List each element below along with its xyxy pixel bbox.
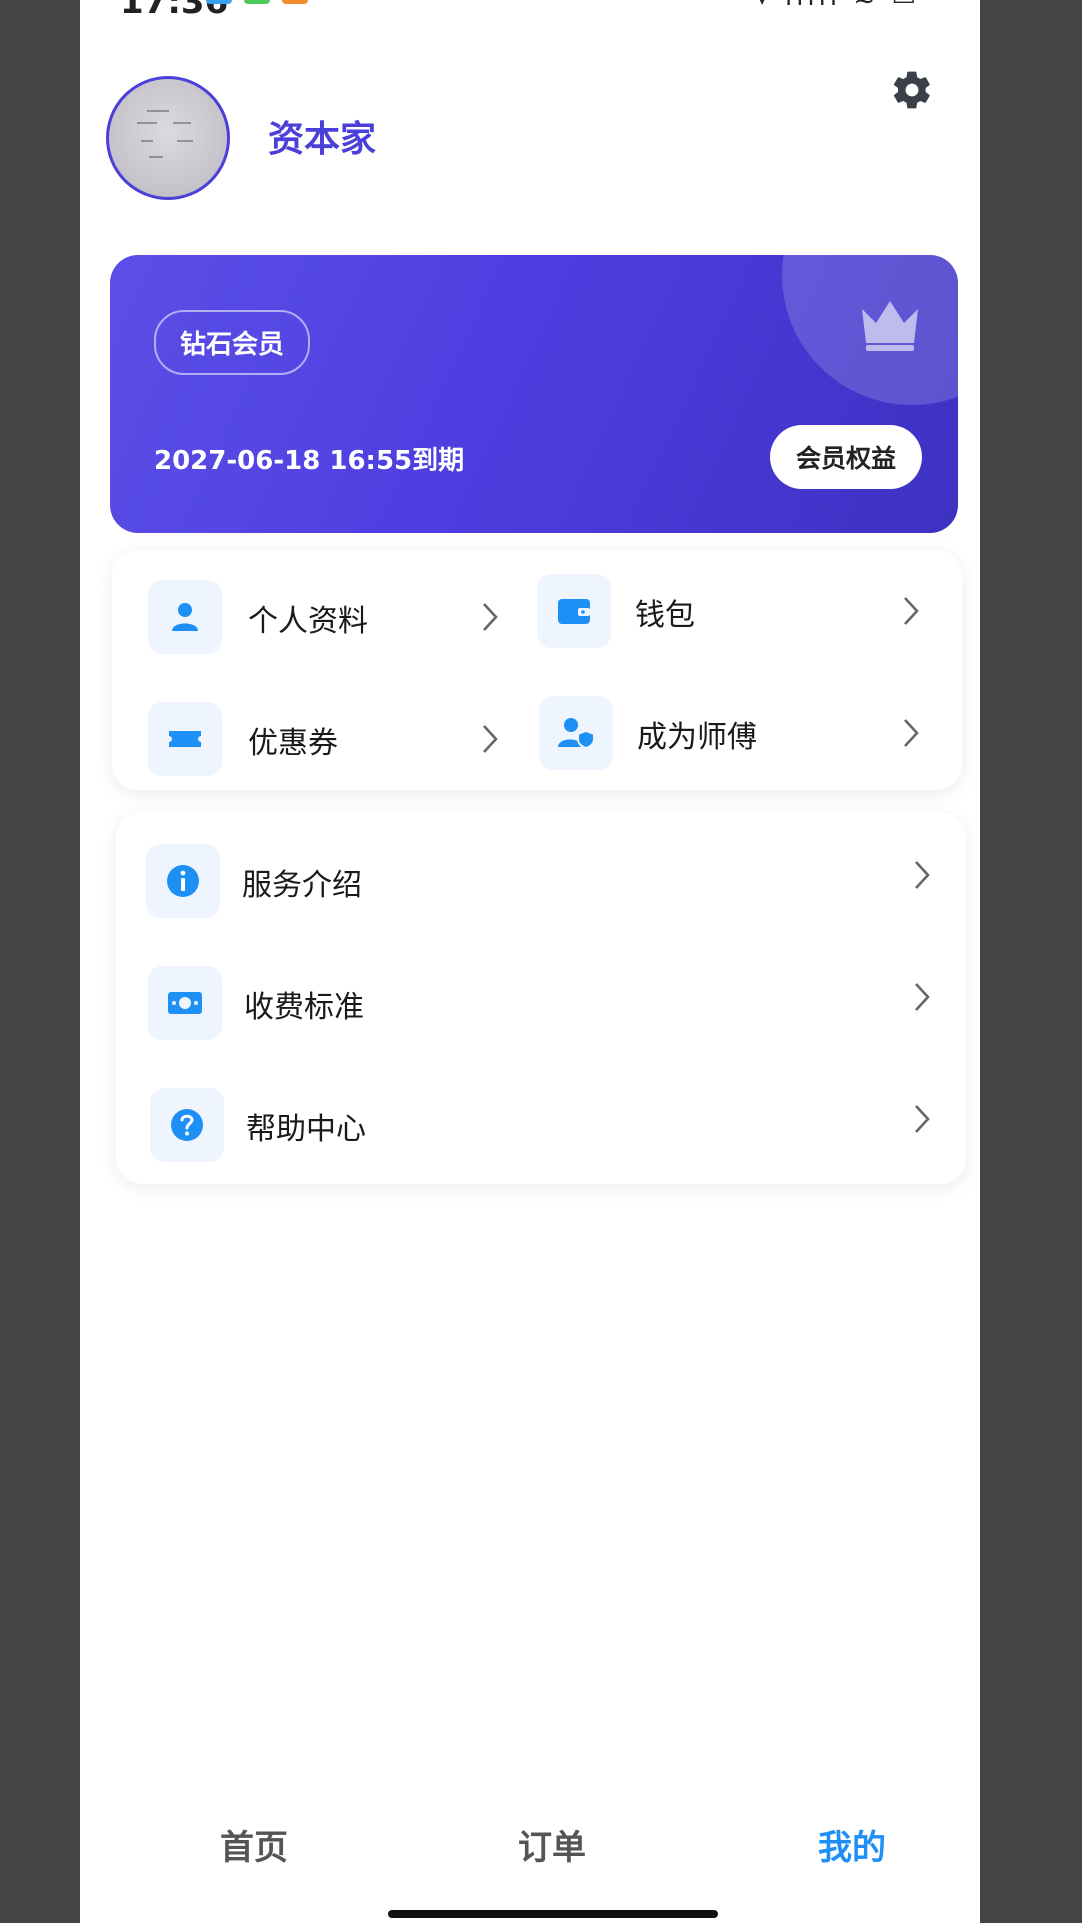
- chevron-right-icon: [915, 861, 930, 889]
- menu-item-help-center[interactable]: 帮助中心: [116, 1060, 966, 1184]
- user-shield-icon: [558, 718, 595, 750]
- avatar[interactable]: [106, 76, 230, 200]
- vip-membership-card: 钻石会员 2027-06-18 16:55到期 会员权益: [110, 255, 958, 533]
- chevron-right-icon: [904, 597, 919, 625]
- vip-level-badge: 钻石会员: [154, 310, 311, 375]
- menu-item-label: 成为师傅: [637, 720, 757, 755]
- member-benefits-button[interactable]: 会员权益: [770, 425, 923, 489]
- app-notification-icon: [282, 0, 308, 4]
- chevron-right-icon: [904, 719, 919, 747]
- menu-item-label: 服务介绍: [242, 868, 362, 903]
- ticket-icon: [169, 731, 201, 747]
- wallet-icon: [558, 599, 590, 624]
- money-icon: [168, 992, 202, 1014]
- user-icon: [172, 603, 198, 631]
- service-menu-card: 服务介绍 收费标准 帮助中心: [116, 812, 966, 1184]
- status-bar: 17:36 ▾ ıılll ≋ ▭: [80, 0, 980, 28]
- quick-menu-card: 个人资料 钱包 优惠券 成为师傅: [112, 550, 962, 790]
- icon-box: [150, 1088, 224, 1162]
- tab-mine[interactable]: 我的: [818, 1820, 886, 1869]
- menu-item-label: 收费标准: [244, 990, 364, 1025]
- chevron-right-icon: [483, 603, 498, 631]
- crown-icon: [862, 301, 918, 351]
- icon-box: [148, 702, 222, 776]
- icon-box: [148, 966, 222, 1040]
- chevron-right-icon: [915, 983, 930, 1011]
- icon-box: [539, 696, 613, 770]
- chevron-right-icon: [483, 725, 498, 753]
- tab-home[interactable]: 首页: [220, 1820, 288, 1869]
- info-icon: [167, 865, 199, 897]
- menu-item-pricing[interactable]: 收费标准: [116, 936, 966, 1060]
- username[interactable]: 资本家: [268, 110, 376, 162]
- icon-box: [146, 844, 220, 918]
- notification-icon: [206, 0, 232, 4]
- menu-item-coupons[interactable]: 优惠券: [112, 670, 537, 790]
- signal-battery-icons: ▾ ıılll ≋ ▭: [756, 0, 920, 12]
- tab-orders[interactable]: 订单: [518, 1820, 586, 1869]
- icon-box: [537, 574, 611, 648]
- menu-item-profile[interactable]: 个人资料: [112, 550, 537, 670]
- menu-item-become-technician[interactable]: 成为师傅: [537, 670, 962, 790]
- question-icon: [171, 1109, 203, 1141]
- menu-item-label: 优惠券: [248, 726, 338, 761]
- menu-item-label: 帮助中心: [246, 1112, 366, 1147]
- home-indicator: [388, 1910, 718, 1918]
- chevron-right-icon: [915, 1105, 930, 1133]
- phone-screen: 17:36 ▾ ıılll ≋ ▭ 资本家 钻石会员 2027-06-18: [80, 0, 980, 1923]
- menu-item-wallet[interactable]: 钱包: [537, 550, 962, 670]
- bottom-tab-bar: 首页 订单 我的: [80, 1790, 980, 1900]
- vip-expiry-date: 2027-06-18 16:55到期: [154, 446, 465, 476]
- wechat-icon: [244, 0, 270, 4]
- icon-box: [148, 580, 222, 654]
- menu-item-service-intro[interactable]: 服务介绍: [116, 812, 966, 936]
- gear-icon[interactable]: [890, 68, 934, 112]
- avatar-image: [137, 110, 193, 158]
- menu-item-label: 个人资料: [248, 604, 368, 639]
- menu-item-label: 钱包: [635, 598, 695, 633]
